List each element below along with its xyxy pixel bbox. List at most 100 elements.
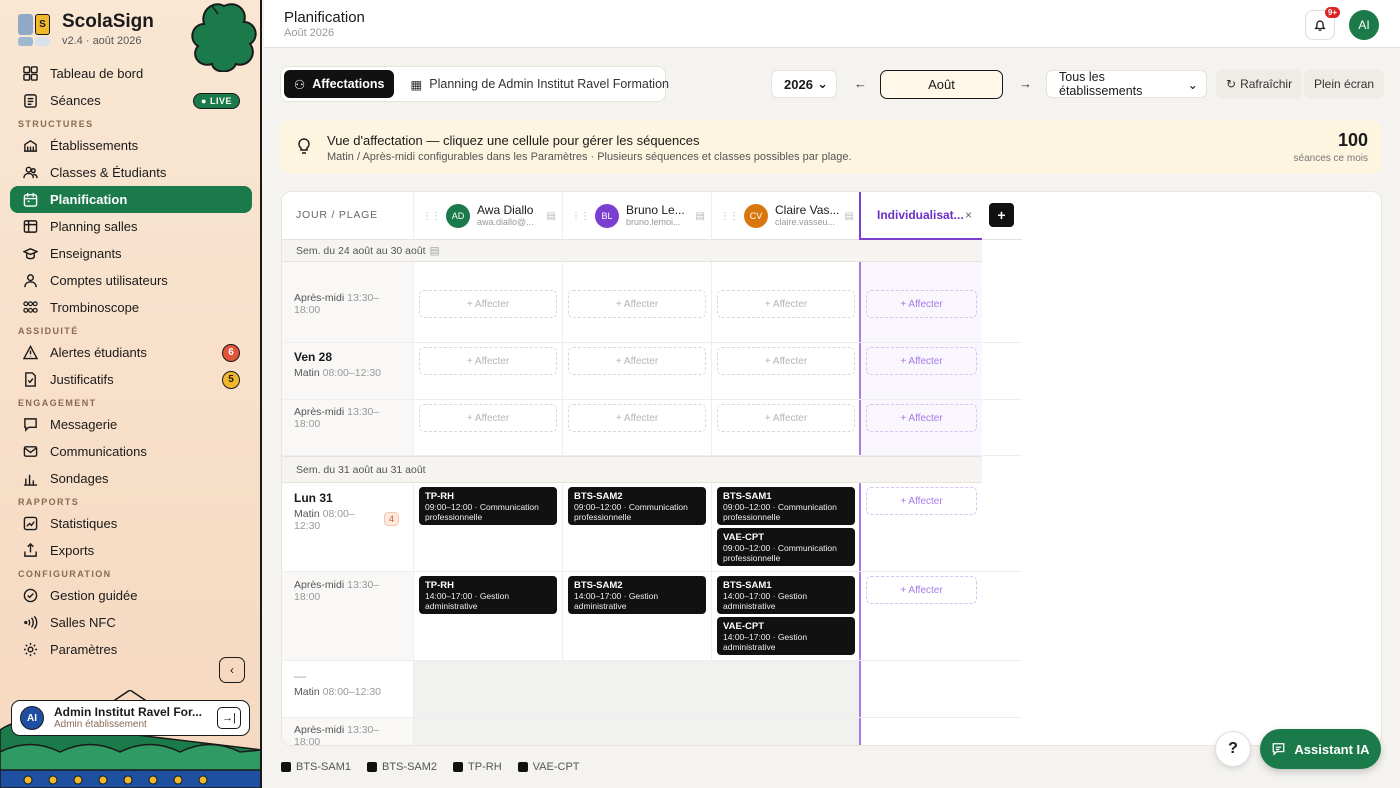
drag-handle-icon[interactable]: ⋮⋮	[422, 211, 441, 222]
avatar[interactable]: AI	[1349, 10, 1379, 40]
session-block[interactable]: VAE-CPT 14:00–17:00 · Gestion administrat…	[717, 617, 855, 655]
grid-cell[interactable]: + Affecter	[413, 286, 562, 342]
sidebar-item-planification[interactable]: Planification	[10, 186, 252, 213]
assign-button[interactable]: + Affecter	[419, 347, 557, 375]
refresh-label: Rafraîchir	[1240, 77, 1293, 91]
session-block[interactable]: BTS-SAM2 14:00–17:00 · Gestion administra…	[568, 576, 706, 614]
close-icon[interactable]: ×	[965, 208, 972, 222]
sidebar-item-alertes[interactable]: Alertes étudiants 6	[10, 339, 252, 366]
legend-item: BTS-SAM1	[281, 761, 351, 773]
assign-button[interactable]: + Affecter	[568, 290, 706, 318]
grid-cell[interactable]: + Affecter	[562, 343, 711, 399]
session-block[interactable]: VAE-CPT 09:00–12:00 · Communication profe…	[717, 528, 855, 566]
session-block[interactable]: BTS-SAM1 14:00–17:00 · Gestion administra…	[717, 576, 855, 614]
sidebar-item-dashboard[interactable]: Tableau de bord	[10, 60, 252, 87]
sidebar-item-label: Paramètres	[50, 642, 118, 657]
page-title: Planification	[284, 9, 365, 26]
calendar-icon[interactable]: ▤	[845, 211, 854, 222]
sidebar-item-parametres[interactable]: Paramètres	[10, 636, 252, 663]
individualisation-column-header[interactable]: Individualisat... ×	[859, 192, 982, 240]
session-block[interactable]: TP-RH 09:00–12:00 · Communication profess…	[419, 487, 557, 525]
grid-cell[interactable]: + Affecter	[562, 400, 711, 455]
grid-cell[interactable]: + Affecter	[859, 483, 982, 571]
assign-button[interactable]: + Affecter	[717, 404, 855, 432]
drag-handle-icon[interactable]: ⋮⋮	[571, 211, 590, 222]
sidebar-item-trombinoscope[interactable]: Trombinoscope	[10, 294, 252, 321]
app-version: v2.4 · août 2026	[62, 35, 142, 47]
tab-affectations[interactable]: ⚇ Affectations	[284, 70, 395, 98]
session-block[interactable]: BTS-SAM1 09:00–12:00 · Communication prof…	[717, 487, 855, 525]
sidebar-item-justificatifs[interactable]: Justificatifs 5	[10, 366, 252, 393]
sidebar-item-messagerie[interactable]: Messagerie	[10, 411, 252, 438]
assign-button[interactable]: + Affecter	[866, 404, 977, 432]
sidebar-item-sondages[interactable]: Sondages	[10, 465, 252, 492]
sidebar-item-planning-salles[interactable]: Planning salles	[10, 213, 252, 240]
grid-cell[interactable]: BTS-SAM2 14:00–17:00 · Gestion administra…	[562, 572, 711, 660]
sidebar-item-salles-nfc[interactable]: Salles NFC	[10, 609, 252, 636]
next-month-button[interactable]: →	[1019, 76, 1032, 91]
sidebar-item-comptes[interactable]: Comptes utilisateurs	[10, 267, 252, 294]
month-display[interactable]: Août	[880, 70, 1003, 99]
sidebar-item-classes[interactable]: Classes & Étudiants	[10, 159, 252, 186]
notifications-button[interactable]: 9+	[1305, 7, 1340, 40]
grid-cell[interactable]: + Affecter	[711, 400, 860, 455]
assign-button[interactable]: + Affecter	[866, 290, 977, 318]
year-select[interactable]: 2026 ⌄	[771, 70, 837, 98]
sidebar-item-statistiques[interactable]: Statistiques	[10, 510, 252, 537]
grid-cell[interactable]: + Affecter	[413, 400, 562, 455]
assign-button[interactable]: + Affecter	[866, 487, 977, 515]
assign-button[interactable]: + Affecter	[568, 347, 706, 375]
grid-cell[interactable]: + Affecter	[711, 343, 860, 399]
collapse-sidebar-button[interactable]: ‹	[219, 657, 245, 683]
sidebar-item-exports[interactable]: Exports	[10, 537, 252, 564]
sidebar-item-communications[interactable]: Communications	[10, 438, 252, 465]
logout-button[interactable]: →|	[217, 707, 241, 729]
prev-month-button[interactable]: ←	[854, 76, 867, 91]
drag-handle-icon[interactable]: ⋮⋮	[720, 211, 739, 222]
grid-cell[interactable]: TP-RH 09:00–12:00 · Communication profess…	[413, 483, 562, 571]
grid-cell[interactable]: + Affecter	[562, 286, 711, 342]
grid-cell[interactable]: BTS-SAM1 14:00–17:00 · Gestion administra…	[711, 572, 860, 660]
view-tabs: ⚇ Affectations ▦ Planning de Admin Insti…	[280, 66, 669, 102]
teacher-column-header[interactable]: ⋮⋮ AD Awa Diallo awa.diallo@... ▤	[413, 192, 562, 240]
grid-cell[interactable]: + Affecter	[711, 286, 860, 342]
sidebar-item-enseignants[interactable]: Enseignants	[10, 240, 252, 267]
grid-cell[interactable]: BTS-SAM1 09:00–12:00 · Communication prof…	[711, 483, 860, 571]
session-block[interactable]: BTS-SAM2 09:00–12:00 · Communication prof…	[568, 487, 706, 525]
assign-button[interactable]: + Affecter	[866, 347, 977, 375]
app-name: ScolaSign	[62, 11, 154, 32]
assign-button[interactable]: + Affecter	[568, 404, 706, 432]
grid-cell[interactable]: + Affecter	[859, 286, 982, 342]
grid-cell[interactable]: + Affecter	[859, 400, 982, 455]
tab-planning[interactable]: ▦ Planning de Admin Institut Ravel Forma…	[400, 70, 679, 98]
calendar-icon[interactable]: ▤	[696, 211, 705, 222]
fullscreen-button[interactable]: Plein écran	[1304, 70, 1385, 98]
help-button[interactable]: ?	[1215, 731, 1251, 767]
sidebar-item-seances[interactable]: Séances ● LIVE	[10, 87, 252, 114]
assign-button[interactable]: + Affecter	[717, 290, 855, 318]
app-logo[interactable]: S ScolaSign v2.4 · août 2026	[18, 12, 154, 47]
assistant-ia-button[interactable]: Assistant IA	[1260, 729, 1381, 769]
add-column-button[interactable]: +	[989, 203, 1014, 227]
sidebar-item-label: Comptes utilisateurs	[50, 273, 168, 288]
assign-button[interactable]: + Affecter	[717, 347, 855, 375]
seance-count-label: séances ce mois	[1293, 153, 1368, 164]
user-card[interactable]: AI Admin Institut Ravel For... Admin éta…	[11, 700, 250, 736]
grid-cell[interactable]: + Affecter	[413, 343, 562, 399]
refresh-button[interactable]: ↻ Rafraîchir	[1216, 70, 1303, 98]
teacher-column-header[interactable]: ⋮⋮ CV Claire Vas... claire.vasseu... ▤	[711, 192, 860, 240]
sidebar-item-gestion-guidee[interactable]: Gestion guidée	[10, 582, 252, 609]
assign-button[interactable]: + Affecter	[866, 576, 977, 604]
grid-cell[interactable]: BTS-SAM2 09:00–12:00 · Communication prof…	[562, 483, 711, 571]
calendar-icon[interactable]: ▤	[547, 211, 556, 222]
assign-button[interactable]: + Affecter	[419, 290, 557, 318]
etablissement-select[interactable]: Tous les établissements ⌄	[1046, 70, 1207, 98]
sidebar-item-label: Planification	[50, 192, 128, 207]
grid-cell[interactable]: + Affecter	[859, 343, 982, 399]
grid-cell[interactable]: TP-RH 14:00–17:00 · Gestion administrativ…	[413, 572, 562, 660]
grid-cell[interactable]: + Affecter	[859, 572, 982, 660]
sidebar-item-etablissements[interactable]: Établissements	[10, 132, 252, 159]
session-block[interactable]: TP-RH 14:00–17:00 · Gestion administrativ…	[419, 576, 557, 614]
assign-button[interactable]: + Affecter	[419, 404, 557, 432]
teacher-column-header[interactable]: ⋮⋮ BL Bruno Le... bruno.lemoi... ▤	[562, 192, 711, 240]
